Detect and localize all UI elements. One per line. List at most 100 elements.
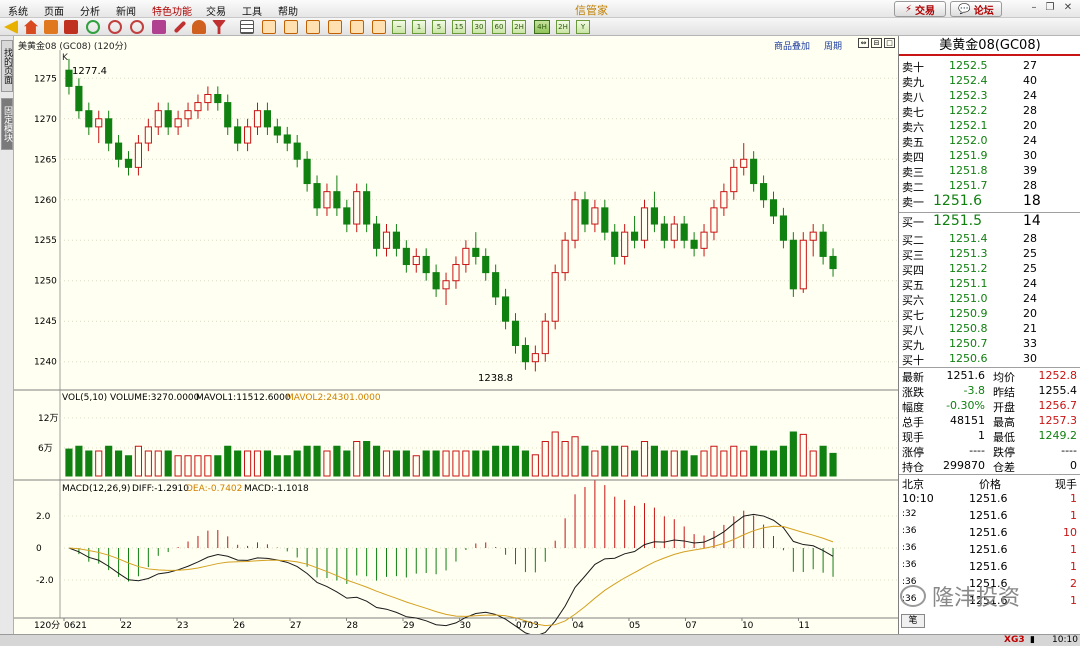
report-icon[interactable] xyxy=(262,20,276,34)
line-chart-period-icon[interactable]: ~ xyxy=(392,20,406,34)
tab-my-page[interactable]: 找的页面 xyxy=(1,40,13,92)
calendar-icon[interactable] xyxy=(306,20,320,34)
volume-bar xyxy=(591,450,599,477)
close-icon[interactable]: ✕ xyxy=(1062,2,1074,14)
ask-label: 卖八 xyxy=(902,91,924,104)
menu-system[interactable]: 系统 xyxy=(8,3,28,18)
zoom-out-icon[interactable] xyxy=(130,20,144,34)
bid-row: 买六 1251.0 24 xyxy=(899,292,1080,307)
period-year[interactable]: Y xyxy=(576,20,590,34)
stat-value: -0.30% xyxy=(946,399,985,412)
volume-bar xyxy=(204,455,212,477)
ask-row: 卖五 1252.0 24 xyxy=(899,134,1080,149)
tick-row: :32 1251.6 1 xyxy=(899,509,1080,524)
tick-volume: 1 xyxy=(1070,492,1077,505)
ask-label: 卖四 xyxy=(902,151,924,164)
ask-label: 卖十 xyxy=(902,61,924,74)
candle-body xyxy=(194,102,202,112)
tick-price: 1251.6 xyxy=(969,526,1008,539)
candle-body xyxy=(303,158,311,185)
minimize-icon[interactable]: – xyxy=(1028,2,1040,14)
candle-body xyxy=(313,183,321,209)
menu-tools[interactable]: 工具 xyxy=(242,3,262,18)
tick-price-header: 价格 xyxy=(979,478,1001,491)
settings-sheet-icon[interactable] xyxy=(328,20,342,34)
ask-price: 1252.2 xyxy=(949,104,988,117)
orderbook-divider xyxy=(899,212,1080,213)
menu-news[interactable]: 新闻 xyxy=(116,3,136,18)
bid-row: 买九 1250.7 33 xyxy=(899,337,1080,352)
period-5[interactable]: 5 xyxy=(432,20,446,34)
menu-bar: 系统 页面 分析 新闻 特色功能 交易 工具 帮助 信管家 ⚡ 交易 💬 论坛 – … xyxy=(0,0,1080,18)
info-sheet-icon[interactable] xyxy=(372,20,386,34)
pen-icon[interactable] xyxy=(173,20,187,34)
restore-icon[interactable]: ❐ xyxy=(1044,2,1056,14)
bid-volume: 24 xyxy=(1023,277,1037,290)
menu-analysis[interactable]: 分析 xyxy=(80,3,100,18)
back-arrow-icon[interactable] xyxy=(4,20,18,34)
period-15[interactable]: 15 xyxy=(452,20,466,34)
candle-body xyxy=(700,231,708,249)
home-icon[interactable] xyxy=(24,20,38,34)
period-2h[interactable]: 2H xyxy=(512,20,526,34)
volume-bar xyxy=(293,450,301,477)
volume-bar xyxy=(690,455,698,477)
bid-label: 买十 xyxy=(902,354,924,367)
table-icon[interactable] xyxy=(240,20,254,34)
tick-row: :36 1251.6 1 xyxy=(899,543,1080,558)
record-icon[interactable] xyxy=(64,20,78,34)
tick-tab[interactable]: 笔 xyxy=(901,614,925,628)
bid-label: 买五 xyxy=(902,279,924,292)
stat-label-2: 昨结 xyxy=(993,386,1015,399)
kline-chart[interactable]: 1275 1270 1265 1260 1255 1250 1245 1240 12万 6万 2… xyxy=(14,36,898,634)
period-4h[interactable]: 4H xyxy=(534,20,550,34)
volume-bar xyxy=(343,450,351,477)
candle-body xyxy=(581,199,589,225)
folder-icon[interactable] xyxy=(44,20,58,34)
volume-bar xyxy=(621,445,629,477)
volume-bar xyxy=(819,445,827,477)
candle-body xyxy=(353,191,361,225)
period-30[interactable]: 30 xyxy=(472,20,486,34)
volume-bar xyxy=(462,450,470,477)
bid1-row: 买一 1251.5 14 xyxy=(899,213,1080,232)
volume-bar xyxy=(601,445,609,477)
stat-row: 涨停 ---- 跌停 ---- xyxy=(899,444,1080,459)
candle-body xyxy=(382,231,391,249)
cursor-icon[interactable] xyxy=(152,20,166,34)
period-day[interactable]: 2H xyxy=(556,20,570,34)
date-label: 11 xyxy=(798,621,809,631)
period-60[interactable]: 60 xyxy=(492,20,506,34)
macd-tick-label: 0 xyxy=(36,544,42,554)
tab-fixed-module[interactable]: 固定模块 xyxy=(1,98,13,150)
date-label: 05 xyxy=(629,621,640,631)
volume-bar xyxy=(105,445,113,477)
period-1[interactable]: 1 xyxy=(412,20,426,34)
candle-body xyxy=(492,272,500,298)
ask-price: 1251.9 xyxy=(949,149,988,162)
vol-label: VOL(5,10) xyxy=(62,393,107,403)
candle-body xyxy=(611,231,619,257)
volume-bar xyxy=(482,450,490,477)
stat-label-2: 最低 xyxy=(993,431,1015,444)
news-sheet-icon[interactable] xyxy=(350,20,364,34)
volume-tick-label: 12万 xyxy=(38,414,58,424)
candle-body xyxy=(730,166,738,193)
forum-button[interactable]: 💬 论坛 xyxy=(950,1,1002,17)
menu-trade[interactable]: 交易 xyxy=(206,3,226,18)
trade-button[interactable]: ⚡ 交易 xyxy=(894,1,946,17)
bid-row: 买七 1250.9 20 xyxy=(899,307,1080,322)
zoom-in-icon[interactable] xyxy=(108,20,122,34)
menu-special-features[interactable]: 特色功能 xyxy=(152,3,192,18)
refresh-icon[interactable] xyxy=(86,20,100,34)
filter-icon[interactable] xyxy=(212,20,226,34)
paint-icon[interactable] xyxy=(192,20,206,34)
menu-help[interactable]: 帮助 xyxy=(278,3,298,18)
notes-icon[interactable] xyxy=(284,20,298,34)
volume-bar xyxy=(730,445,738,477)
candle-body xyxy=(95,118,103,128)
volume-bar xyxy=(422,450,430,477)
left-strip: 找的页面 固定模块 xyxy=(0,36,14,634)
status-clock: 10:10 xyxy=(1052,635,1078,645)
menu-page[interactable]: 页面 xyxy=(44,3,64,18)
